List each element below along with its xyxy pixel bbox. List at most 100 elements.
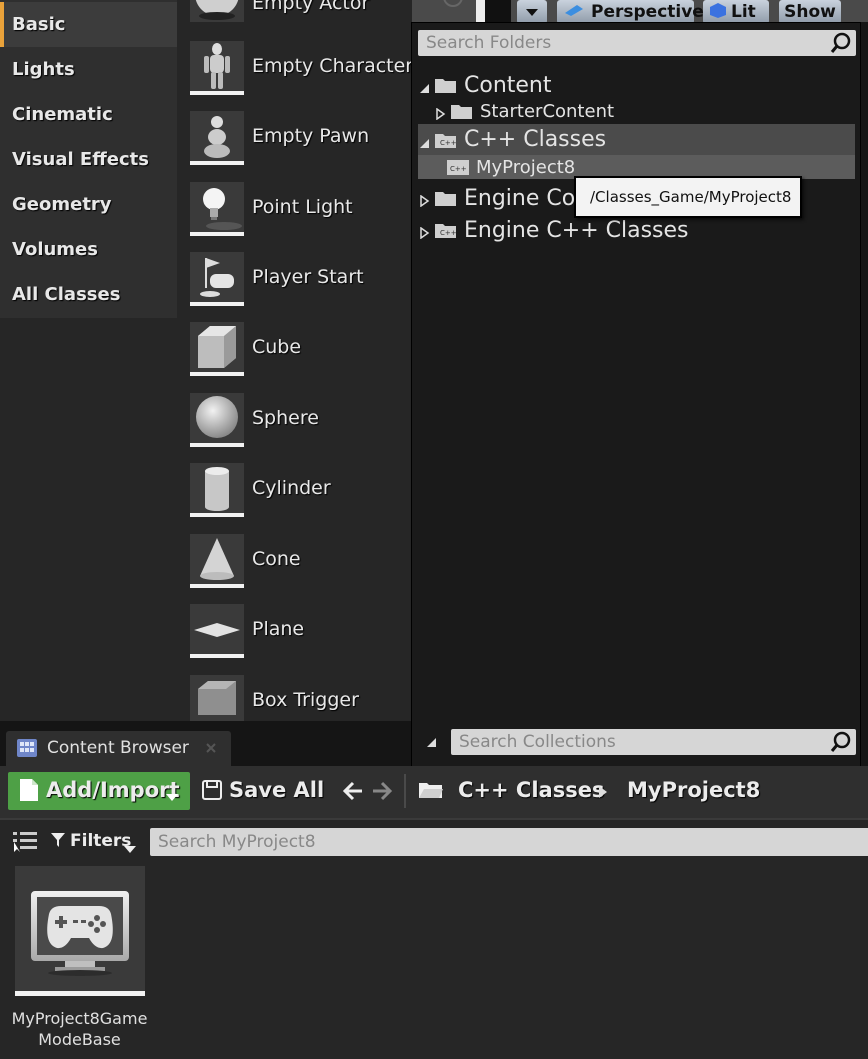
category-basic[interactable]: Basic bbox=[0, 2, 177, 47]
collapsed-arrow-icon bbox=[418, 192, 430, 208]
save-all-label: Save All bbox=[229, 778, 325, 802]
actor-plane[interactable]: Plane bbox=[190, 604, 412, 660]
tree-item-cpp-classes[interactable]: C++ C++ Classes bbox=[418, 124, 855, 155]
category-label: Geometry bbox=[12, 194, 112, 215]
category-lights[interactable]: Lights bbox=[0, 47, 177, 92]
breadcrumb-separator-icon bbox=[598, 784, 608, 803]
lit-icon bbox=[709, 2, 727, 23]
tab-content-browser[interactable]: Content Browser bbox=[6, 731, 231, 766]
info-icon bbox=[442, 0, 464, 8]
tree-item-starter-content[interactable]: StarterContent bbox=[418, 96, 855, 126]
actor-empty-actor[interactable]: Empty Actor bbox=[190, 0, 412, 26]
category-all-classes[interactable]: All Classes bbox=[0, 272, 177, 317]
tree-label: MyProject8 bbox=[476, 156, 576, 178]
actor-cone[interactable]: Cone bbox=[190, 534, 412, 590]
cone-icon bbox=[190, 534, 244, 588]
collapsed-arrow-icon bbox=[418, 224, 430, 240]
chevron-down-icon bbox=[124, 839, 136, 858]
asset-name-line: MyProject8Game bbox=[11, 1009, 148, 1028]
actor-point-light[interactable]: Point Light bbox=[190, 182, 412, 238]
actor-label: Cylinder bbox=[252, 477, 331, 499]
sources-toggle-icon[interactable] bbox=[12, 830, 38, 856]
perspective-button[interactable]: Perspective bbox=[557, 0, 704, 24]
asset-name: MyProject8Game ModeBase bbox=[8, 1008, 151, 1050]
actor-label: Box Trigger bbox=[252, 689, 359, 711]
actor-label: Point Light bbox=[252, 196, 353, 218]
viewport-options-button[interactable] bbox=[517, 0, 547, 24]
lit-label: Lit bbox=[731, 2, 756, 22]
toolbar-divider bbox=[404, 774, 406, 808]
category-volumes[interactable]: Volumes bbox=[0, 227, 177, 272]
search-assets-placeholder: Search MyProject8 bbox=[158, 832, 316, 852]
cpp-folder-icon: C++ bbox=[434, 221, 458, 239]
new-file-icon bbox=[19, 778, 39, 806]
actor-cube[interactable]: Cube bbox=[190, 322, 412, 378]
actor-empty-pawn[interactable]: Empty Pawn bbox=[190, 111, 412, 167]
search-icon bbox=[830, 731, 852, 758]
viewport-divider bbox=[485, 0, 511, 22]
folder-icon bbox=[434, 189, 458, 207]
forward-arrow-icon[interactable] bbox=[371, 780, 393, 806]
add-import-button[interactable]: Add/Import bbox=[8, 772, 190, 810]
category-label: Lights bbox=[12, 59, 75, 80]
gamepad-icon bbox=[15, 866, 145, 996]
cube-icon bbox=[190, 322, 244, 376]
expanded-arrow-icon bbox=[418, 79, 430, 93]
category-geometry[interactable]: Geometry bbox=[0, 182, 177, 227]
show-button[interactable]: Show bbox=[779, 0, 841, 24]
asset-name-line: ModeBase bbox=[38, 1030, 121, 1049]
scrollbar[interactable] bbox=[476, 0, 485, 22]
category-label: All Classes bbox=[12, 284, 121, 305]
folder-icon bbox=[450, 102, 474, 120]
actor-label: Empty Pawn bbox=[252, 125, 370, 147]
svg-text:C++: C++ bbox=[440, 139, 457, 147]
back-arrow-icon[interactable] bbox=[342, 780, 364, 806]
asset-tile[interactable]: MyProject8Game ModeBase bbox=[8, 866, 151, 1056]
breadcrumb-label: MyProject8 bbox=[627, 778, 761, 802]
search-icon bbox=[830, 32, 852, 59]
tree-label: Engine Co bbox=[464, 185, 576, 211]
filter-funnel-icon bbox=[50, 832, 66, 852]
sphere-partial-icon bbox=[190, 0, 244, 22]
category-label: Visual Effects bbox=[12, 149, 149, 170]
actor-label: Player Start bbox=[252, 266, 364, 288]
search-assets-input[interactable]: Search MyProject8 bbox=[150, 828, 868, 856]
category-label: Basic bbox=[12, 14, 66, 35]
mannequin-icon bbox=[190, 41, 244, 95]
search-collections-placeholder: Search Collections bbox=[459, 732, 616, 752]
search-collections-input[interactable]: Search Collections bbox=[451, 729, 856, 755]
actor-label: Cone bbox=[252, 548, 301, 570]
collections-expand-icon[interactable] bbox=[424, 734, 438, 748]
category-cinematic[interactable]: Cinematic bbox=[0, 92, 177, 137]
actor-sphere[interactable]: Sphere bbox=[190, 393, 412, 449]
expanded-arrow-icon bbox=[418, 134, 430, 148]
category-visual-effects[interactable]: Visual Effects bbox=[0, 137, 177, 182]
save-icon bbox=[202, 779, 222, 805]
search-folders-input[interactable]: Search Folders bbox=[418, 30, 856, 56]
actor-empty-character[interactable]: Empty Character bbox=[190, 41, 413, 97]
save-all-button[interactable]: Save All bbox=[200, 776, 324, 808]
folder-open-icon[interactable] bbox=[418, 780, 444, 804]
filters-button[interactable]: Filters bbox=[50, 830, 140, 853]
actor-label: Empty Actor bbox=[252, 0, 370, 14]
cpp-folder-icon: C++ bbox=[434, 131, 458, 149]
breadcrumb-label: C++ Classes bbox=[458, 778, 605, 802]
perspective-label: Perspective bbox=[591, 2, 704, 22]
cpp-folder-icon: C++ bbox=[446, 158, 470, 176]
actor-player-start[interactable]: Player Start bbox=[190, 252, 412, 308]
tree-item-engine-cpp-classes[interactable]: C++ Engine C++ Classes bbox=[418, 215, 855, 245]
svg-text:C++: C++ bbox=[440, 229, 457, 237]
content-browser-icon bbox=[16, 738, 38, 762]
actor-cylinder[interactable]: Cylinder bbox=[190, 463, 412, 519]
path-tooltip: /Classes_Game/MyProject8 bbox=[574, 176, 802, 218]
lit-button[interactable]: Lit bbox=[703, 0, 769, 24]
svg-text:C++: C++ bbox=[450, 165, 467, 173]
sphere-icon bbox=[190, 393, 244, 447]
tree-label: C++ Classes bbox=[464, 127, 607, 152]
tab-label: Content Browser bbox=[47, 738, 189, 758]
tree-item-engine-content[interactable]: Engine Co bbox=[418, 183, 578, 213]
close-icon[interactable] bbox=[205, 739, 217, 758]
filters-label: Filters bbox=[70, 831, 132, 851]
category-label: Volumes bbox=[12, 239, 98, 260]
plane-icon bbox=[190, 604, 244, 658]
